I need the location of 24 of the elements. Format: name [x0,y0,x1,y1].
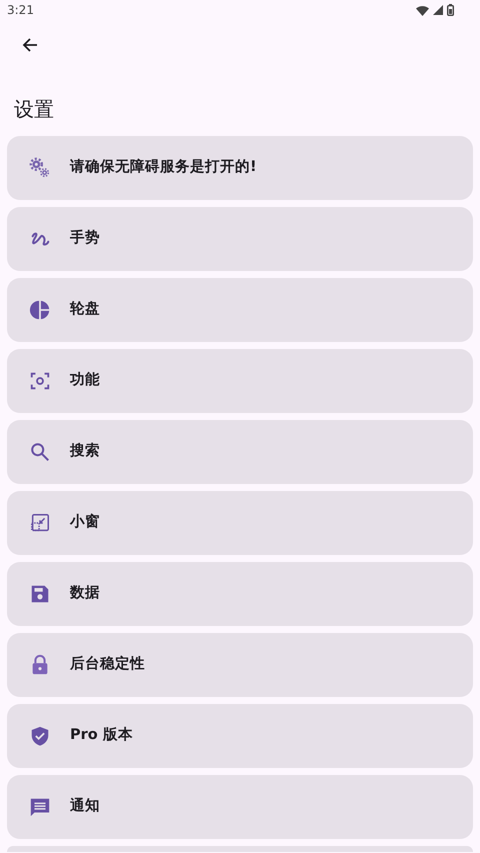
settings-item[interactable]: 后台稳定性 [7,633,473,697]
message-icon [29,796,51,818]
signal-icon [433,5,443,15]
settings-item[interactable]: 通知 [7,775,473,839]
gear-icon [29,157,51,179]
settings-item[interactable]: 功能 [7,349,473,413]
save-icon [29,583,51,605]
settings-item[interactable]: 搜索 [7,420,473,484]
shield-check-icon [29,725,51,747]
settings-item[interactable]: 小窗 [7,491,473,555]
settings-item[interactable]: Pro 版本 [7,704,473,768]
settings-item[interactable]: 手势 [7,207,473,271]
page-title: 设置 [14,96,55,123]
status-time: 3:21 [7,2,34,19]
settings-item[interactable]: 数据 [7,562,473,626]
settings-item[interactable]: 轮盘 [7,278,473,342]
focus-icon [29,370,51,392]
picture-in-picture-icon [29,512,51,534]
wifi-icon [416,4,429,16]
back-arrow-icon [22,37,38,53]
search-icon [29,441,51,463]
battery-icon [447,4,454,16]
pie-chart-icon [29,299,51,321]
settings-item[interactable]: 请确保无障碍服务是打开的! [7,136,473,200]
